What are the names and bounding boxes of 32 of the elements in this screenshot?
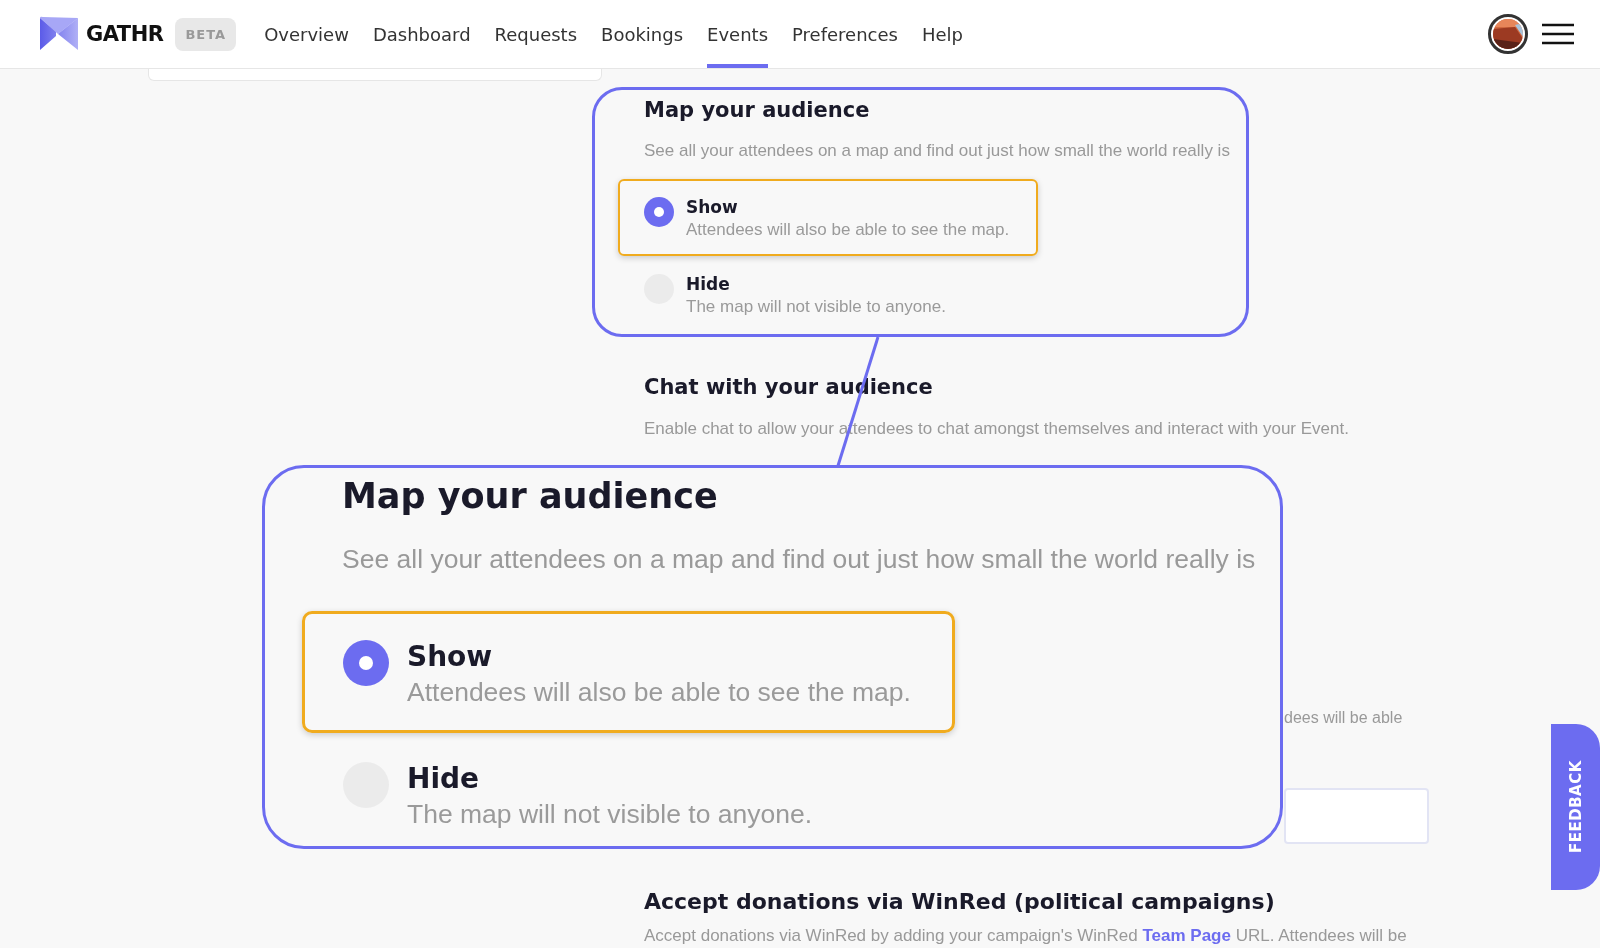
team-page-link[interactable]: Team Page	[1142, 926, 1231, 945]
feedback-button[interactable]: FEEDBACK	[1551, 724, 1600, 890]
option-description: The map will not visible to anyone.	[686, 297, 946, 317]
option-description: Attendees will also be able to see the map.	[407, 677, 911, 708]
section-description: Accept donations via WinRed by adding your campaign's WinRed Team Page URL. Attendees will be	[644, 926, 1408, 946]
option-label: Hide	[686, 274, 731, 294]
logo-text: GATHR	[86, 22, 164, 46]
option-label: Show	[407, 640, 494, 673]
radio-button[interactable]	[343, 640, 389, 686]
beta-label: BETA	[175, 17, 237, 51]
section-description: See all your attendees on a map and find out just how small the world really is	[644, 141, 1231, 161]
nav-link[interactable]: Events	[707, 0, 769, 68]
nav-link[interactable]: Dashboard	[372, 0, 471, 68]
nav-link[interactable]: Requests	[494, 0, 578, 68]
section-title: Accept donations via WinRed (political campaigns)	[644, 889, 1276, 914]
option-description: The map will not visible to anyone.	[407, 799, 813, 830]
nav-link[interactable]: Bookings	[601, 0, 684, 68]
section-title: Map your audience	[644, 98, 871, 122]
input-field[interactable]	[1284, 788, 1429, 844]
section-title: Map your audience	[342, 476, 719, 516]
nav-link[interactable]: Overview	[264, 0, 349, 68]
nav-link[interactable]: Preferences	[792, 0, 898, 68]
nav-link[interactable]: Help	[921, 0, 963, 68]
avatar-button[interactable]	[1488, 14, 1528, 54]
option-label: Hide	[407, 762, 481, 795]
option-label: Show	[686, 197, 739, 217]
section-description: dees will be able	[1284, 709, 1404, 727]
radio-button[interactable]	[644, 197, 674, 227]
section-description: See all your attendees on a map and find out just how small the world really is	[342, 544, 1257, 575]
menu-icon[interactable]	[1542, 23, 1574, 45]
logo-icon	[38, 16, 80, 52]
option-description: Attendees will also be able to see the map.	[686, 220, 1010, 240]
